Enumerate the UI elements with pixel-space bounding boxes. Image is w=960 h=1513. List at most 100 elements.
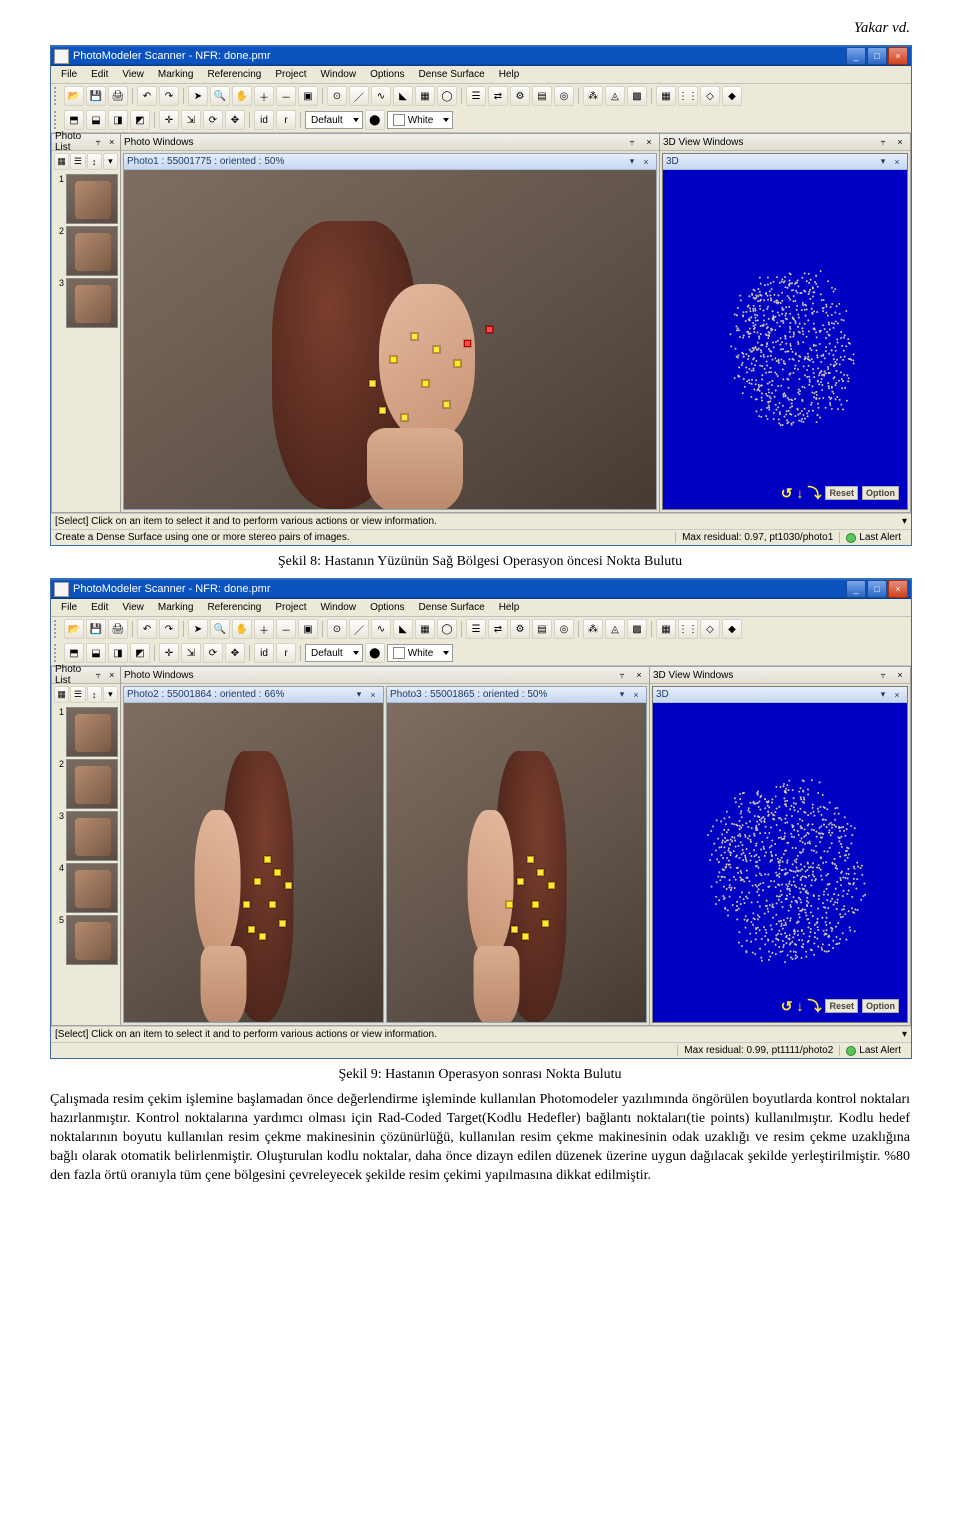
point-size-icon[interactable]: ⬤ — [365, 643, 385, 663]
pan-icon[interactable]: ✋ — [232, 619, 252, 639]
texture-icon[interactable]: ▩ — [627, 86, 647, 106]
label-res-icon[interactable]: r — [276, 110, 296, 130]
process-icon[interactable]: ⚙ — [510, 86, 530, 106]
3d-viewport[interactable]: 3D ▾ × ↺ ↓ ⤵ Reset Op — [662, 153, 908, 510]
mark-line-icon[interactable]: ／ — [349, 86, 369, 106]
toggle-points-icon[interactable]: ⋮⋮ — [678, 619, 698, 639]
zoom-in-icon[interactable]: ＋ — [254, 86, 274, 106]
reference-icon[interactable]: ☰ — [466, 86, 486, 106]
mark-curve-icon[interactable]: ∿ — [371, 86, 391, 106]
mark-line-icon[interactable]: ／ — [349, 619, 369, 639]
point-size-icon[interactable]: ⬤ — [365, 110, 385, 130]
style-dropdown[interactable]: Default — [305, 111, 363, 129]
maximize-button[interactable]: □ — [867, 580, 887, 598]
menu-file[interactable]: File — [55, 601, 83, 614]
rotate-icon[interactable]: ⟳ — [203, 643, 223, 663]
thumb-view-icon[interactable]: ▦ — [54, 153, 69, 170]
open-icon[interactable]: 📂 — [64, 619, 84, 639]
toolbar-grip[interactable] — [54, 620, 60, 638]
minimize-button[interactable]: _ — [846, 47, 866, 65]
pin-icon[interactable]: ⥾ — [93, 668, 104, 682]
menu-file[interactable]: File — [55, 68, 83, 81]
redo-icon[interactable]: ↷ — [159, 86, 179, 106]
orient-icon[interactable]: ◎ — [554, 86, 574, 106]
reset-view-button[interactable]: Reset — [825, 999, 858, 1013]
rotate-left-icon[interactable]: ↺ — [781, 998, 793, 1015]
toggle-wire-icon[interactable]: ◇ — [700, 86, 720, 106]
menu-view[interactable]: View — [116, 68, 150, 81]
color-dropdown[interactable]: White — [387, 111, 454, 129]
toolbar-grip[interactable] — [54, 87, 60, 105]
menu-options[interactable]: Options — [364, 601, 410, 614]
style-dropdown[interactable]: Default — [305, 644, 363, 662]
select-icon[interactable]: ➤ — [188, 86, 208, 106]
pin-icon[interactable]: ⥾ — [625, 135, 639, 149]
arrow-down-icon[interactable]: ↓ — [796, 485, 803, 501]
undo-icon[interactable]: ↶ — [137, 86, 157, 106]
mark-cylinder-icon[interactable]: ◯ — [437, 619, 457, 639]
filter-icon[interactable]: ▾ — [103, 686, 118, 703]
menu-referencing[interactable]: Referencing — [201, 68, 267, 81]
mark-surface-icon[interactable]: ▦ — [415, 619, 435, 639]
option-view-button[interactable]: Option — [862, 999, 899, 1013]
auto-reference-icon[interactable]: ⇄ — [488, 86, 508, 106]
close-icon[interactable]: × — [632, 668, 646, 682]
close-icon[interactable]: × — [629, 688, 643, 702]
toggle-grid-icon[interactable]: ▦ — [656, 86, 676, 106]
photo-thumb[interactable]: 5 — [54, 915, 118, 965]
pin-icon[interactable]: ⥾ — [93, 135, 104, 149]
mesh-icon[interactable]: ◬ — [605, 619, 625, 639]
menu-help[interactable]: Help — [493, 601, 526, 614]
option-view-button[interactable]: Option — [862, 486, 899, 500]
dropdown-icon[interactable]: ▾ — [625, 155, 639, 169]
axis-icon[interactable]: ✛ — [159, 110, 179, 130]
zoom-out-icon[interactable]: － — [276, 619, 296, 639]
zoom-in-icon[interactable]: ＋ — [254, 619, 274, 639]
menu-edit[interactable]: Edit — [85, 68, 114, 81]
redo-icon[interactable]: ↷ — [159, 619, 179, 639]
minimize-button[interactable]: _ — [846, 580, 866, 598]
toolbar-grip[interactable] — [54, 111, 60, 129]
photo-view-1[interactable]: Photo1 : 55001775 : oriented : 50% ▾ × — [123, 153, 657, 510]
menu-options[interactable]: Options — [364, 68, 410, 81]
maximize-button[interactable]: □ — [867, 47, 887, 65]
table-icon[interactable]: ▤ — [532, 619, 552, 639]
select-icon[interactable]: ➤ — [188, 619, 208, 639]
dense-icon[interactable]: ⁂ — [583, 86, 603, 106]
dropdown-icon[interactable]: ▾ — [352, 688, 366, 702]
open-icon[interactable]: 📂 — [64, 86, 84, 106]
sort-icon[interactable]: ↕ — [87, 686, 102, 703]
dropdown-icon[interactable]: ▾ — [876, 688, 890, 702]
dropdown-icon[interactable]: ▾ — [615, 688, 629, 702]
close-icon[interactable]: × — [893, 668, 907, 682]
menu-help[interactable]: Help — [493, 68, 526, 81]
dense-icon[interactable]: ⁂ — [583, 619, 603, 639]
toggle-points-icon[interactable]: ⋮⋮ — [678, 86, 698, 106]
toggle-surf-icon[interactable]: ◆ — [722, 619, 742, 639]
reference-icon[interactable]: ☰ — [466, 619, 486, 639]
photo-thumb[interactable]: 3 — [54, 278, 118, 328]
scale-icon[interactable]: ⇲ — [181, 110, 201, 130]
toggle-wire-icon[interactable]: ◇ — [700, 619, 720, 639]
close-icon[interactable]: × — [890, 688, 904, 702]
mark-point-icon[interactable]: ⊙ — [327, 86, 347, 106]
photo-thumb[interactable]: 3 — [54, 811, 118, 861]
arrow-rotate-icon[interactable]: ⤵ — [807, 996, 821, 1016]
sort-icon[interactable]: ↕ — [87, 153, 102, 170]
thumb-view-icon[interactable]: ▦ — [54, 686, 69, 703]
label-res-icon[interactable]: r — [276, 643, 296, 663]
pin-icon[interactable]: ⥾ — [876, 135, 890, 149]
view-persp-icon[interactable]: ◩ — [130, 110, 150, 130]
menu-window[interactable]: Window — [314, 601, 362, 614]
save-icon[interactable]: 💾 — [86, 619, 106, 639]
menu-edit[interactable]: Edit — [85, 601, 114, 614]
3d-viewport[interactable]: 3D ▾ × ↺ ↓ ⤵ Reset Op — [652, 686, 908, 1023]
photo-view-2[interactable]: Photo3 : 55001865 : oriented : 50% ▾ × — [386, 686, 647, 1023]
color-dropdown[interactable]: White — [387, 644, 454, 662]
view-front-icon[interactable]: ⬓ — [86, 110, 106, 130]
view-front-icon[interactable]: ⬓ — [86, 643, 106, 663]
mesh-icon[interactable]: ◬ — [605, 86, 625, 106]
arrow-down-icon[interactable]: ↓ — [796, 998, 803, 1014]
pan-icon[interactable]: ✋ — [232, 86, 252, 106]
view-top-icon[interactable]: ⬒ — [64, 643, 84, 663]
